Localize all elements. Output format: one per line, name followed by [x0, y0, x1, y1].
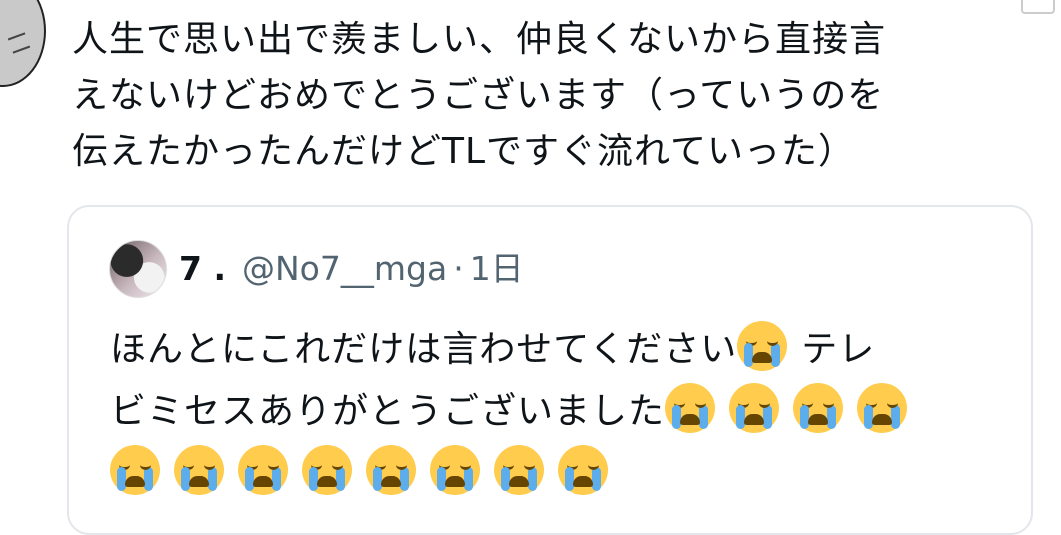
loudly-crying-face-icon: [302, 445, 352, 495]
emoji-eye: [759, 398, 771, 408]
emoji-tear: [565, 467, 574, 491]
emoji-group: [737, 321, 801, 371]
emoji-eye: [823, 398, 835, 408]
emoji-tear: [827, 405, 837, 429]
emoji-group: [110, 445, 622, 495]
quoted-body-text: ほんとにこれだけは言わせてください: [110, 329, 738, 370]
tweet-text: 人生で思い出で羨ましい、仲良くないから直接言 えないけどおめでとうございます（っ…: [72, 12, 1032, 180]
header-separator: ·: [453, 249, 464, 288]
quoted-display-name[interactable]: 7 .: [179, 249, 226, 289]
loudly-crying-face-icon: [430, 445, 480, 495]
emoji-tear: [400, 467, 409, 491]
tweet-line: 人生で思い出で羨ましい、仲良くないから直接言: [72, 19, 887, 60]
emoji-eye: [396, 460, 407, 470]
loudly-crying-face-icon: [737, 321, 788, 371]
emoji-eye: [887, 398, 899, 408]
tweet-line: えないけどおめでとうございます（っていうのを: [72, 75, 885, 116]
emoji-tear: [373, 467, 382, 491]
emoji-tear: [528, 467, 537, 491]
emoji-eye: [588, 460, 599, 470]
loudly-crying-face-icon: [665, 383, 716, 433]
quoted-tweet-body: ほんとにこれだけは言わせてください テレ ビミセスありがとうございました: [110, 319, 1010, 505]
loudly-crying-face-icon: [494, 445, 544, 495]
emoji-tear: [309, 467, 318, 491]
loudly-crying-face-icon: [366, 445, 416, 495]
loudly-crying-face-icon: [857, 383, 908, 433]
loudly-crying-face-icon: [793, 383, 844, 433]
emoji-eye: [268, 460, 279, 470]
emoji-eye: [695, 398, 707, 408]
quoted-body-line: [110, 443, 1010, 505]
emoji-tear: [437, 467, 446, 491]
author-avatar[interactable]: [0, 0, 46, 87]
emoji-tear: [763, 405, 773, 429]
emoji-tear: [464, 467, 473, 491]
emoji-tear: [144, 467, 153, 491]
emoji-eye: [140, 460, 151, 470]
quoted-handle[interactable]: @No7__mga: [242, 249, 447, 289]
loudly-crying-face-icon: [174, 445, 224, 495]
loudly-crying-face-icon: [110, 445, 160, 495]
emoji-tear: [864, 405, 874, 429]
emoji-tear: [891, 405, 901, 429]
emoji-eye: [332, 460, 343, 470]
emoji-tear: [117, 467, 126, 491]
quoted-author-avatar[interactable]: [109, 240, 167, 298]
emoji-tear: [272, 467, 281, 491]
emoji-tear: [744, 343, 754, 367]
emoji-tear: [501, 467, 510, 491]
emoji-tear: [336, 467, 345, 491]
emoji-eye: [204, 460, 215, 470]
quoted-tweet-header: 7 . @No7__mga · 1日: [179, 249, 524, 289]
quoted-tweet-card[interactable]: 7 . @No7__mga · 1日 ほんとにこれだけは言わせてください テレ ビ…: [67, 205, 1033, 535]
emoji-tear: [736, 405, 746, 429]
emoji-tear: [181, 467, 190, 491]
emoji-tear: [592, 467, 601, 491]
quoted-body-line: ほんとにこれだけは言わせてください テレ: [110, 319, 1010, 381]
emoji-tear: [208, 467, 217, 491]
emoji-tear: [800, 405, 810, 429]
quoted-body-text: ビミセスありがとうございました: [110, 391, 666, 432]
quoted-body-text: テレ: [801, 329, 876, 370]
loudly-crying-face-icon: [238, 445, 288, 495]
emoji-group: [665, 383, 921, 433]
loudly-crying-face-icon: [558, 445, 608, 495]
emoji-eye: [460, 460, 471, 470]
loudly-crying-face-icon: [729, 383, 780, 433]
emoji-tear: [699, 405, 709, 429]
avatar-drawing: [7, 32, 31, 54]
emoji-tear: [245, 467, 254, 491]
quoted-body-line: ビミセスありがとうございました: [110, 381, 1010, 443]
emoji-eye: [524, 460, 535, 470]
emoji-tear: [672, 405, 682, 429]
emoji-tear: [771, 343, 781, 367]
quoted-timestamp[interactable]: 1日: [470, 249, 524, 289]
tweet-line: 伝えたかったんだけどTLですぐ流れていった）: [72, 131, 855, 172]
